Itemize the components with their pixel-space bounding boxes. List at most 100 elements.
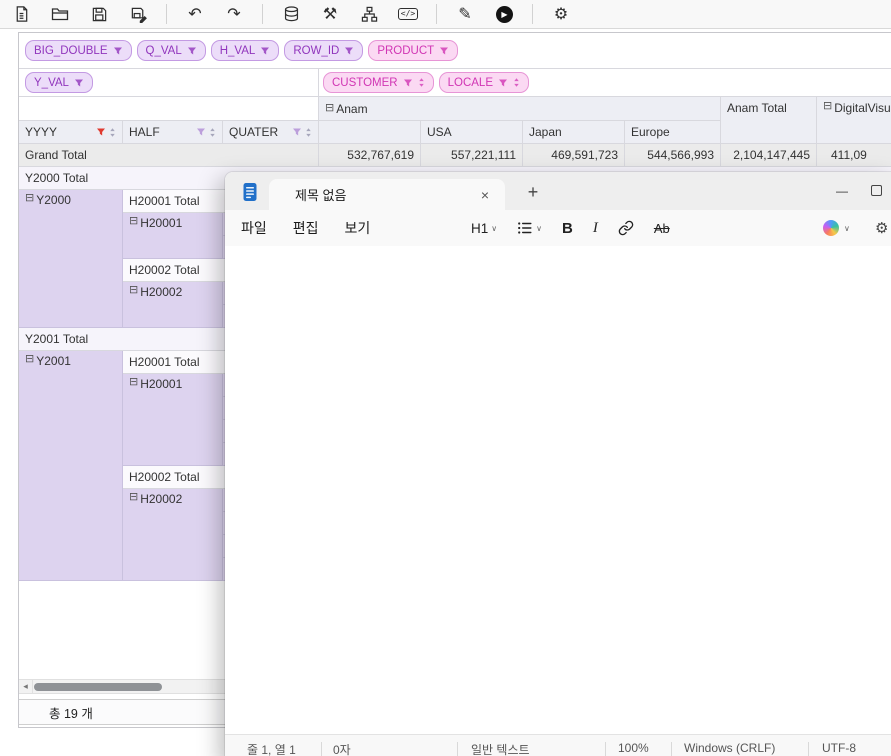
statusbar-separator [605, 742, 606, 756]
grand-total-value: 411,09 [817, 144, 891, 167]
collapse-icon[interactable]: ⊟ [325, 103, 334, 114]
field-chip-customer[interactable]: CUSTOMER [323, 72, 434, 93]
italic-button[interactable]: I [593, 220, 598, 237]
group-label: H20002 [140, 285, 182, 299]
statusbar-separator [671, 742, 672, 756]
chip-label: H_VAL [220, 45, 256, 57]
group-cell-h20002: ⊟ H20002 [123, 489, 223, 581]
field-chip-product[interactable]: PRODUCT [368, 40, 458, 61]
scroll-left-icon[interactable]: ◂ [19, 680, 33, 693]
filter-icon[interactable] [74, 78, 84, 88]
row-header-quater[interactable]: QUATER [223, 121, 319, 144]
sort-icon[interactable] [109, 127, 116, 138]
row-header-half[interactable]: HALF [123, 121, 223, 144]
column-anam-total: Anam Total [721, 97, 817, 144]
group-label: H20001 [140, 377, 182, 391]
collapse-icon[interactable]: ⊟ [25, 354, 34, 365]
notepad-settings-icon[interactable]: ⚙ [875, 210, 888, 246]
collapse-icon[interactable]: ⊟ [823, 101, 832, 112]
column-group-digitalvisu: ⊟ DigitalVisu [817, 97, 891, 144]
database-icon[interactable] [280, 3, 302, 25]
sort-icon[interactable] [513, 77, 520, 88]
filter-icon[interactable] [260, 46, 270, 56]
group-label: Y2001 [36, 354, 71, 368]
column-blank [319, 121, 421, 144]
undo-icon[interactable]: ↶ [184, 3, 206, 25]
chip-label: Y_VAL [34, 77, 69, 89]
collapse-icon[interactable]: ⊟ [129, 492, 138, 503]
link-icon [618, 220, 634, 236]
statusbar-separator [808, 742, 809, 756]
menu-view[interactable]: 보기 [345, 218, 371, 238]
zoom-level[interactable]: 100% [618, 741, 649, 755]
field-chip-h-val[interactable]: H_VAL [211, 40, 280, 61]
row-header-label: QUATER [229, 125, 278, 139]
maximize-button[interactable] [871, 185, 882, 196]
filter-icon[interactable] [403, 78, 413, 88]
sort-icon[interactable] [305, 127, 312, 138]
code-glyph: </> [398, 8, 418, 20]
bold-button[interactable]: B [562, 220, 573, 237]
notepad-window: 제목 없음 × + — 파일 편집 보기 H1 ∨ ∨ B I Ab [225, 172, 891, 756]
redo-icon[interactable]: ↷ [223, 3, 245, 25]
notepad-titlebar[interactable]: 제목 없음 × + — [225, 172, 891, 210]
filter-icon[interactable] [344, 46, 354, 56]
build-tools-icon[interactable]: ⚒ [319, 3, 341, 25]
code-editor-icon[interactable]: </> [397, 3, 419, 25]
field-chip-locale[interactable]: LOCALE [439, 72, 529, 93]
filter-icon[interactable] [187, 46, 197, 56]
collapse-icon[interactable]: ⊟ [129, 285, 138, 296]
field-chip-y-val[interactable]: Y_VAL [25, 72, 93, 93]
filter-icon[interactable] [498, 78, 508, 88]
group-cell-h20001: ⊟ H20001 [123, 213, 223, 259]
filter-icon[interactable] [113, 46, 123, 56]
menu-file[interactable]: 파일 [241, 218, 267, 238]
notepad-text-area[interactable] [225, 246, 891, 734]
column-group-label: Anam [336, 102, 367, 116]
collapse-icon[interactable]: ⊟ [25, 193, 34, 204]
field-chip-big-double[interactable]: BIG_DOUBLE [25, 40, 132, 61]
notepad-tab[interactable]: 제목 없음 × [269, 179, 505, 210]
chevron-down-icon: ∨ [844, 224, 850, 233]
scrollbar-thumb[interactable] [34, 683, 162, 691]
heading-label: H1 [471, 221, 488, 236]
link-button[interactable] [618, 220, 634, 236]
new-document-icon[interactable] [10, 3, 32, 25]
field-chip-row-id[interactable]: ROW_ID [284, 40, 363, 61]
run-icon[interactable]: ▶ [493, 3, 515, 25]
row-header-label: YYYY [25, 125, 57, 139]
format-toolbar: H1 ∨ ∨ B I Ab [471, 210, 670, 246]
group-cell-y2001: ⊟ Y2001 [19, 351, 123, 581]
copilot-button[interactable]: ∨ [823, 210, 850, 246]
tab-close-icon[interactable]: × [475, 185, 495, 205]
settings-icon[interactable]: ⚙ [550, 3, 572, 25]
filter-icon[interactable] [439, 46, 449, 56]
hierarchy-icon[interactable] [358, 3, 380, 25]
save-as-icon[interactable] [127, 3, 149, 25]
chip-label: PRODUCT [377, 45, 434, 57]
heading-button[interactable]: H1 ∨ [471, 221, 497, 236]
row-header-yyyy[interactable]: YYYY [19, 121, 123, 144]
collapse-icon[interactable]: ⊟ [129, 216, 138, 227]
save-icon[interactable] [88, 3, 110, 25]
filter-icon[interactable] [292, 127, 302, 137]
edit-note-icon[interactable]: ✎ [454, 3, 476, 25]
grand-total-value: 544,566,993 [625, 144, 721, 167]
field-chip-q-val[interactable]: Q_VAL [137, 40, 206, 61]
collapse-icon[interactable]: ⊟ [129, 377, 138, 388]
menu-edit[interactable]: 편집 [293, 218, 319, 238]
minimize-button[interactable]: — [825, 178, 859, 204]
clear-formatting-button[interactable]: Ab [654, 221, 670, 236]
group-label: H20002 [140, 492, 182, 506]
app-toolbar: ↶ ↷ ⚒ </> ✎ ▶ ⚙ [0, 0, 891, 29]
sort-icon[interactable] [418, 77, 425, 88]
filter-icon[interactable] [196, 127, 206, 137]
chip-label: CUSTOMER [332, 77, 398, 89]
new-tab-button[interactable]: + [521, 180, 545, 204]
play-icon: ▶ [496, 6, 513, 23]
open-folder-icon[interactable] [49, 3, 71, 25]
filter-active-icon[interactable] [96, 127, 106, 137]
list-button[interactable]: ∨ [517, 220, 542, 236]
sort-icon[interactable] [209, 127, 216, 138]
row-header-label: HALF [129, 125, 160, 139]
